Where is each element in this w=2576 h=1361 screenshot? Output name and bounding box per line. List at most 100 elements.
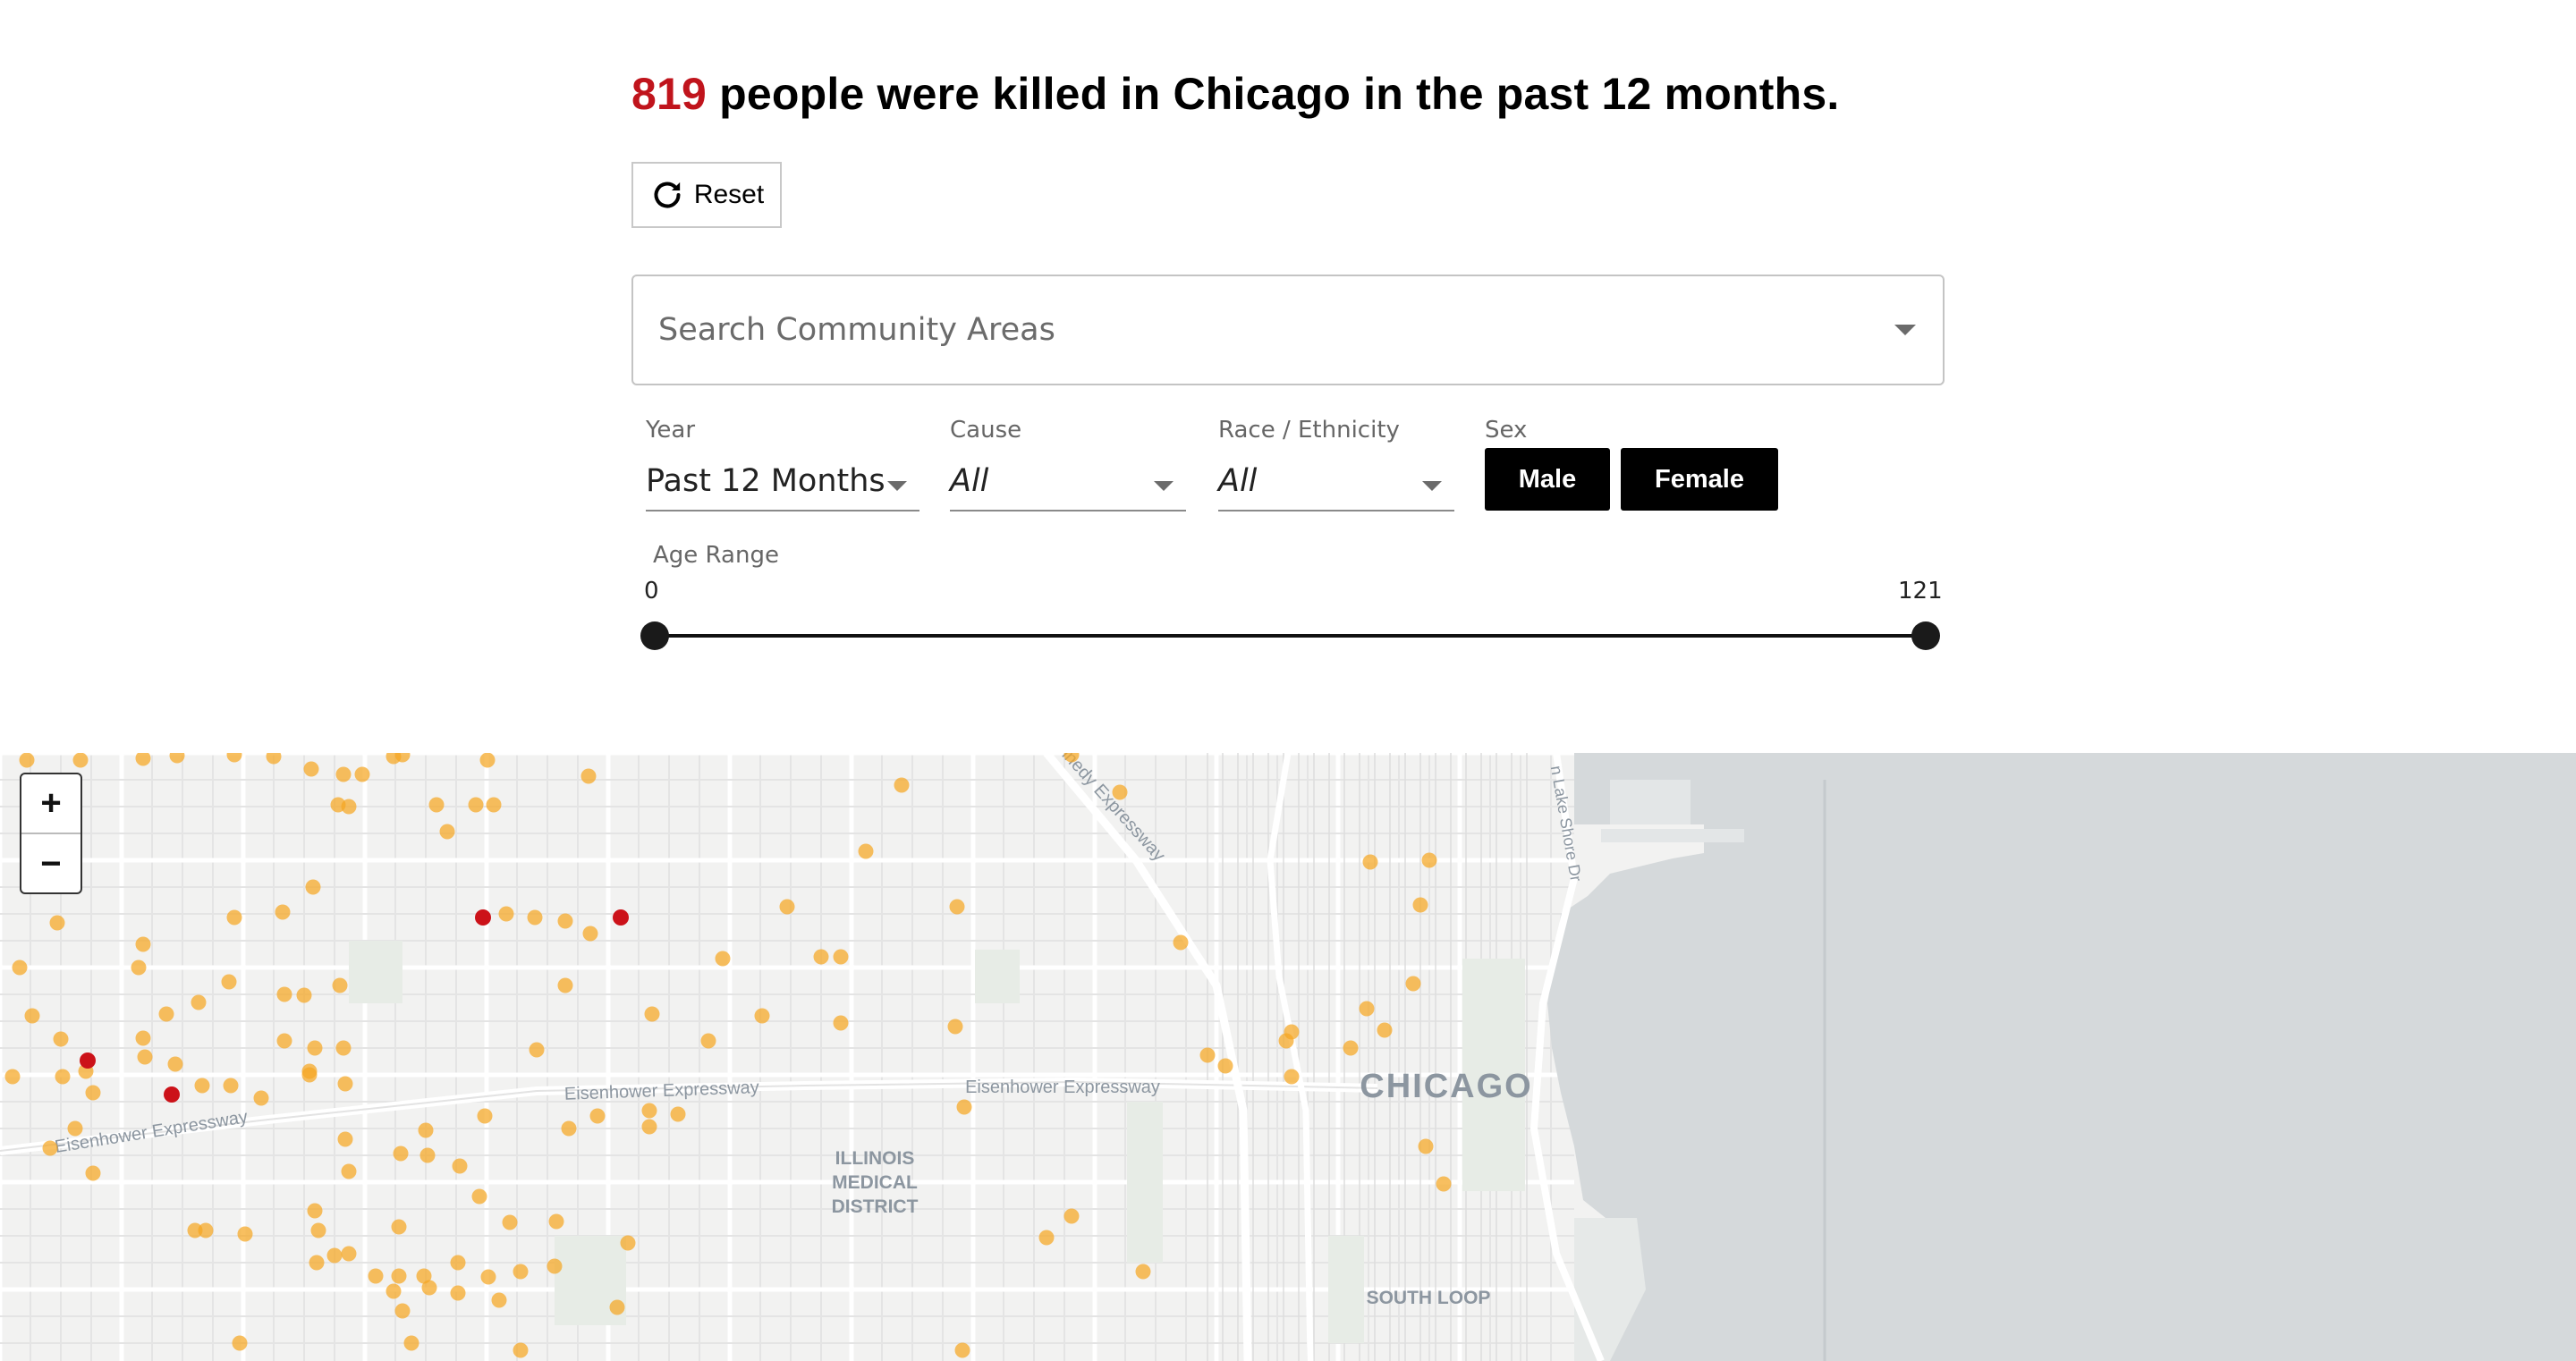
incident-dot[interactable]: [191, 994, 207, 1010]
incident-dot[interactable]: [954, 1342, 970, 1358]
incident-dot[interactable]: [502, 1214, 518, 1230]
incident-dot[interactable]: [1199, 1047, 1216, 1063]
incident-dot[interactable]: [194, 1078, 210, 1094]
incident-dot[interactable]: [480, 1269, 496, 1285]
incident-dot[interactable]: [1362, 854, 1378, 870]
incident-dot[interactable]: [949, 899, 965, 915]
incident-dot[interactable]: [393, 1145, 409, 1162]
incident-dot[interactable]: [4, 1069, 21, 1085]
incident-dot[interactable]: [226, 909, 242, 926]
incident-dot[interactable]: [131, 959, 147, 976]
incident-dot[interactable]: [403, 1335, 419, 1351]
incident-dot[interactable]: [813, 949, 829, 965]
incident-dot[interactable]: [486, 797, 502, 813]
incident-dot[interactable]: [335, 1040, 352, 1056]
incident-dot[interactable]: [833, 949, 849, 965]
incident-dot[interactable]: [337, 1131, 353, 1147]
incident-dot[interactable]: [354, 766, 370, 782]
incident-dot[interactable]: [609, 1299, 625, 1315]
incident-dot[interactable]: [479, 753, 496, 768]
incident-dot[interactable]: [1436, 1176, 1452, 1192]
incident-dot[interactable]: [167, 1056, 183, 1072]
highlighted-incident-dot[interactable]: [475, 909, 491, 926]
incident-dot[interactable]: [450, 1285, 466, 1301]
incident-dot[interactable]: [303, 761, 319, 777]
incident-dot[interactable]: [137, 1049, 153, 1065]
incident-dot[interactable]: [332, 977, 348, 993]
incident-dot[interactable]: [1405, 976, 1421, 992]
incident-dot[interactable]: [135, 1030, 151, 1046]
incident-dot[interactable]: [198, 1222, 214, 1238]
highlighted-incident-dot[interactable]: [613, 909, 629, 926]
incident-dot[interactable]: [547, 1258, 563, 1274]
reset-button[interactable]: Reset: [631, 162, 782, 228]
incident-dot[interactable]: [1135, 1264, 1151, 1280]
incident-dot[interactable]: [19, 753, 35, 768]
incident-dot[interactable]: [580, 768, 597, 784]
incident-dot[interactable]: [452, 1158, 468, 1174]
incident-dot[interactable]: [24, 1008, 40, 1024]
incident-dot[interactable]: [1343, 1040, 1359, 1056]
incident-dot[interactable]: [1217, 1058, 1233, 1074]
incident-dot[interactable]: [55, 1069, 71, 1085]
incident-dot[interactable]: [644, 1006, 660, 1022]
incident-dot[interactable]: [221, 974, 237, 990]
age-slider-max-thumb[interactable]: [1911, 621, 1940, 650]
incident-dot[interactable]: [1173, 934, 1189, 951]
year-select[interactable]: Past 12 Months: [646, 460, 919, 511]
incident-dot[interactable]: [1421, 852, 1437, 868]
incident-dot[interactable]: [947, 1019, 963, 1035]
incident-dot[interactable]: [439, 824, 455, 840]
incident-dot[interactable]: [326, 1247, 343, 1264]
incident-dot[interactable]: [310, 1222, 326, 1238]
incident-dot[interactable]: [232, 1335, 248, 1351]
incident-dot[interactable]: [337, 1076, 353, 1092]
incident-dot[interactable]: [307, 1203, 323, 1219]
incident-dot[interactable]: [67, 1120, 83, 1137]
incident-dot[interactable]: [72, 753, 89, 768]
incident-dot[interactable]: [135, 936, 151, 952]
incident-dot[interactable]: [335, 766, 352, 782]
incident-dot[interactable]: [135, 753, 151, 766]
incident-dot[interactable]: [223, 1078, 239, 1094]
incident-dot[interactable]: [715, 951, 731, 967]
highlighted-incident-dot[interactable]: [164, 1086, 180, 1103]
incident-dot[interactable]: [582, 926, 598, 942]
incident-dot[interactable]: [253, 1090, 269, 1106]
incident-dot[interactable]: [368, 1268, 384, 1284]
incident-dot[interactable]: [49, 915, 65, 931]
incident-dot[interactable]: [670, 1106, 686, 1122]
race-select[interactable]: All: [1218, 460, 1454, 511]
incident-dot[interactable]: [1418, 1138, 1434, 1154]
incident-dot[interactable]: [237, 1226, 253, 1242]
incident-dot[interactable]: [341, 1163, 357, 1179]
incident-dot[interactable]: [1377, 1022, 1393, 1038]
incident-dot[interactable]: [307, 1040, 323, 1056]
map[interactable]: CHICAGO ILLINOIS MEDICAL DISTRICT SOUTH …: [0, 753, 2576, 1361]
incident-dot[interactable]: [391, 1268, 407, 1284]
incident-dot[interactable]: [527, 909, 543, 926]
incident-dot[interactable]: [158, 1006, 174, 1022]
sex-female-button[interactable]: Female: [1621, 448, 1778, 511]
age-slider-track[interactable]: [654, 634, 1926, 638]
incident-dot[interactable]: [341, 799, 357, 815]
incident-dot[interactable]: [226, 753, 242, 763]
incident-dot[interactable]: [1112, 784, 1128, 800]
incident-dot[interactable]: [548, 1213, 564, 1230]
incident-dot[interactable]: [42, 1140, 58, 1156]
incident-dot[interactable]: [858, 843, 874, 859]
incident-dot[interactable]: [468, 797, 484, 813]
incident-dot[interactable]: [276, 986, 292, 1002]
incident-dot[interactable]: [1063, 1208, 1080, 1224]
incident-dot[interactable]: [421, 1280, 437, 1296]
sex-male-button[interactable]: Male: [1485, 448, 1610, 511]
incident-dot[interactable]: [386, 1283, 402, 1299]
incident-dot[interactable]: [1412, 897, 1428, 913]
incident-dot[interactable]: [779, 899, 795, 915]
incident-dot[interactable]: [589, 1108, 606, 1124]
incident-dot[interactable]: [85, 1085, 101, 1101]
incident-dot[interactable]: [477, 1108, 493, 1124]
incident-dot[interactable]: [894, 777, 910, 793]
incident-dot[interactable]: [754, 1008, 770, 1024]
cause-select[interactable]: All: [950, 460, 1186, 511]
